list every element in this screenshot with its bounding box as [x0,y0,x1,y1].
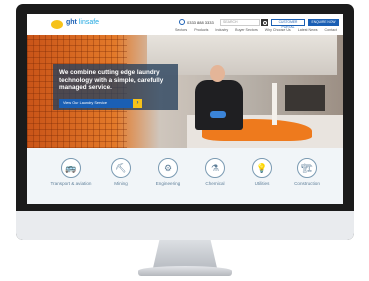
monitor-stand-neck [153,240,217,268]
flask-icon: ⚗ [205,158,225,178]
phone-text: 0333 888 3333 [187,19,214,25]
bus-icon: 🚌 [61,158,81,178]
worker-glove [210,111,226,118]
sectors-strip: 🚌 Transport & aviation ⛏ Mining ⚙ Engine… [27,148,343,204]
main-nav: Sectors Products Industry Buyer Sectors … [175,28,337,32]
laundry-machine [285,85,325,111]
nav-item-contact[interactable]: Contact [325,28,337,32]
view-laundry-service-button[interactable]: View Our Laundry Service [59,99,133,108]
enquire-now-button[interactable]: ENQUIRE NOW [308,19,339,26]
chevron-right-icon[interactable]: › [133,99,142,108]
machine-post [272,83,277,125]
logo-mark-text: ght [66,19,77,26]
phone-icon [179,19,185,25]
monitor-chin [16,211,354,240]
customer-portal-button[interactable]: CUSTOMER PORTAL [271,19,305,29]
phone-number[interactable]: 0333 888 3333 [179,19,214,25]
site-header: ght linsafe 0333 888 3333 SEARCH CUSTOME… [27,14,343,34]
nav-item-sectors[interactable]: Sectors [175,28,187,32]
gears-icon: ⚙ [158,158,178,178]
website-screen: ght linsafe 0333 888 3333 SEARCH CUSTOME… [27,14,343,204]
search-icon[interactable] [261,19,268,26]
sector-label: Construction [294,181,320,186]
worker-figure [195,80,243,130]
monitor-frame: ght linsafe 0333 888 3333 SEARCH CUSTOME… [16,4,354,240]
site-logo[interactable]: ght linsafe [66,19,99,26]
crane-icon: 🏗 [297,158,317,178]
monitor-stand-base [138,266,232,276]
pickaxe-icon: ⛏ [111,158,131,178]
nav-item-industry[interactable]: Industry [215,28,228,32]
nav-item-buyer-sectors[interactable]: Buyer Sectors [235,28,258,32]
search-input[interactable]: SEARCH [220,19,260,26]
hero-title: We combine cutting edge laundry technolo… [59,69,164,92]
lightbulb-icon: 💡 [252,158,272,178]
nav-item-why-choose-us[interactable]: Why Choose Us [265,28,291,32]
nav-item-products[interactable]: Products [194,28,208,32]
worker-head [210,65,225,82]
logo-text: linsafe [78,19,100,26]
logo-mark-icon[interactable] [51,20,63,29]
sector-construction[interactable]: 🏗 Construction [277,158,337,186]
nav-item-latest-news[interactable]: Latest News [298,28,318,32]
